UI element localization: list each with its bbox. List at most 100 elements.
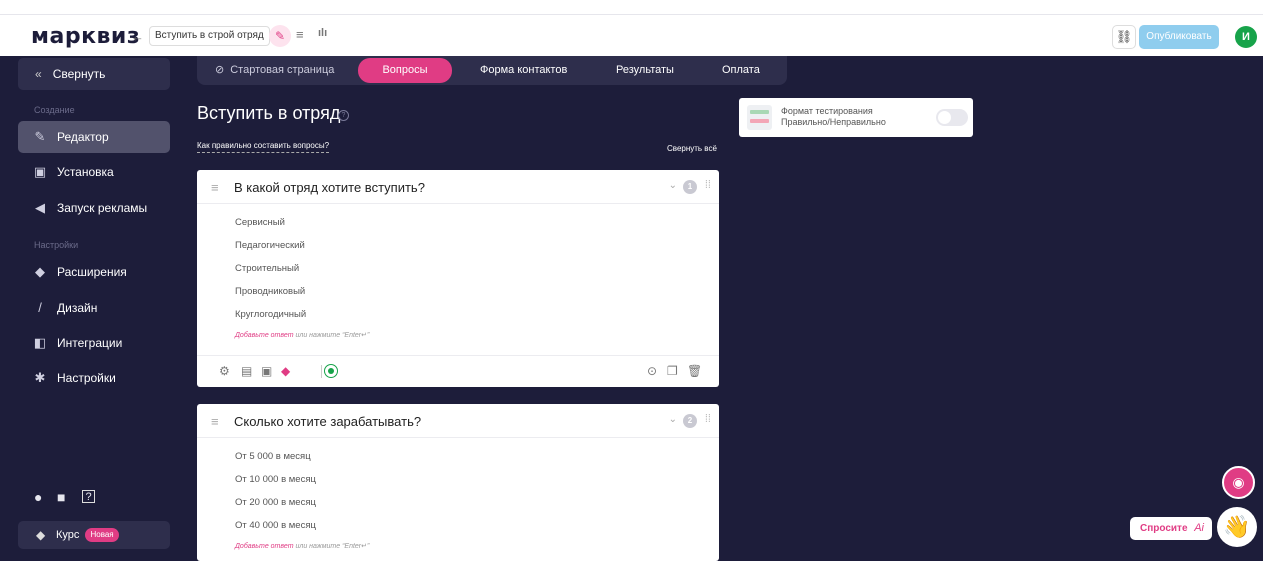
drag-handle-icon[interactable]: ⁞⁞ [705,413,711,425]
sidebar-item-label: Настройки [57,371,116,385]
add-answer-link[interactable]: Добавьте ответ или нажмите “Enter↵” [235,331,369,339]
sidebar-item-label: Дизайн [57,301,98,315]
question-card: ≡ В какой отряд хотите вступить? ⌄ 1 ⁞⁞ … [197,170,719,387]
course-label: Курс [56,529,80,541]
double-chevron-left-icon: « [35,67,42,81]
add-answer-hint: или нажмите “Enter↵” [293,332,370,339]
edit-icon[interactable]: ✎ [269,25,291,47]
test-format-icon [747,105,772,130]
sidebar-item-label: Редактор [57,130,109,144]
graduation-cap-icon: ◆ [36,528,46,542]
sidebar-item-settings[interactable]: ✱ Настройки [18,362,170,394]
tab-start-page[interactable]: ⊘ Стартовая страница [201,58,348,83]
ask-label: Спросите [1140,523,1188,534]
testing-format-line1: Формат тестирования [781,106,873,116]
back-arrow-icon[interactable]: ← [131,29,144,44]
sidebar-item-install[interactable]: ▣ Установка [18,156,170,188]
folder-icon[interactable]: ■ [57,489,65,505]
answer-item[interactable]: Проводниковый [235,286,305,297]
section-label-settings: Настройки [34,240,79,250]
install-icon: ▣ [33,164,47,179]
collapse-label: Свернуть [52,67,106,81]
tab-results[interactable]: Результаты [602,58,688,83]
gear-icon: ✱ [34,370,46,385]
toolbar-divider [321,365,322,378]
question-header[interactable]: ≡ В какой отряд хотите вступить? ⌄ 1 ⁞⁞ [197,170,719,204]
chevron-down-icon[interactable]: ⌄ [669,180,677,191]
stats-icon[interactable]: ılı [318,27,327,39]
answer-item[interactable]: Строительный [235,263,299,274]
tab-label: Стартовая страница [230,64,335,76]
add-answer-link[interactable]: Добавьте ответ или нажмите “Enter↵” [235,542,369,550]
new-badge: Новая [85,528,119,543]
sidebar-item-label: Запуск рекламы [57,201,148,215]
pencil-icon: ✎ [34,129,46,144]
testing-format-toggle[interactable] [936,109,968,126]
question-number: 1 [683,180,697,194]
publish-button[interactable]: Опубликовать [1139,25,1219,49]
help-icon[interactable]: ? [82,490,95,503]
answer-item[interactable]: От 10 000 в месяц [235,474,316,485]
sidebar-item-label: Расширения [57,265,127,279]
logo[interactable]: марквиз [31,24,140,49]
answer-item[interactable]: От 5 000 в месяц [235,451,311,462]
tab-questions[interactable]: Вопросы [358,58,452,83]
link-icon[interactable]: ⛓ [1112,25,1136,49]
page-title[interactable]: Вступить в отряд [197,103,340,124]
question-toolbar: ⚙ ▤ ▣ ◆ ⊙ ❐ 🗑 [197,355,719,387]
lightbulb-icon[interactable]: ● [34,489,42,505]
question-header[interactable]: ≡ Сколько хотите зарабатывать? ⌄ 2 ⁞⁞ [197,404,719,438]
integrations-icon: ◧ [33,335,47,350]
answer-item[interactable]: Круглогодичный [235,309,306,320]
waving-hand-icon[interactable]: 👋 [1217,507,1257,547]
gradient-icon[interactable]: ◆ [281,364,290,378]
chevron-down-icon[interactable]: ⌄ [669,414,677,425]
answer-item[interactable]: Сервисный [235,217,285,228]
question-list-icon: ≡ [211,414,219,429]
sidebar-item-label: Интеграции [57,336,123,350]
quiz-title-field[interactable]: Вступить в строй отряд [149,26,270,46]
tab-contact-form[interactable]: Форма контактов [466,58,581,83]
extensions-icon: ◆ [35,264,45,279]
question-title[interactable]: В какой отряд хотите вступить? [234,180,425,195]
preview-eye-button[interactable]: ◉ [1222,466,1255,499]
avatar[interactable]: И [1235,26,1257,48]
list-icon[interactable]: ≡ [296,27,304,42]
trash-icon[interactable]: 🗑 [687,364,702,378]
sidebar-item-design[interactable]: / Дизайн [18,292,170,324]
add-answer-label: Добавьте ответ [235,543,294,550]
megaphone-icon: ◀ [35,200,45,215]
help-circle-icon[interactable]: ? [338,110,349,121]
drag-handle-icon[interactable]: ⁞⁞ [705,179,711,191]
required-toggle-icon[interactable] [324,364,338,378]
tab-payment[interactable]: Оплата [708,58,774,83]
eye-icon: ◉ [1232,474,1245,490]
question-number: 2 [683,414,697,428]
brush-icon: / [38,300,42,315]
ask-ai-button[interactable]: Спросите Ai [1130,517,1212,540]
section-label-create: Создание [34,105,75,115]
comment-icon[interactable]: ▤ [241,364,252,378]
image-icon[interactable]: ▣ [261,364,272,378]
sidebar-item-integrations[interactable]: ◧ Интеграции [18,327,170,359]
sidebar-item-label: Установка [57,165,114,179]
collapse-all-button[interactable]: Свернуть всё [667,144,717,153]
how-to-questions-link[interactable]: Как правильно составить вопросы? [197,141,330,153]
sidebar-item-extensions[interactable]: ◆ Расширения [18,256,170,288]
copy-icon[interactable]: ❐ [667,364,678,378]
question-card: ≡ Сколько хотите зарабатывать? ⌄ 2 ⁞⁞ От… [197,404,719,561]
testing-format-label: Формат тестирования Правильно/Неправильн… [781,106,886,128]
gear-icon[interactable]: ⚙ [219,364,230,378]
question-list-icon: ≡ [211,180,219,195]
tab-bar: ⊘ Стартовая страница Вопросы Форма контак… [197,56,787,85]
question-title[interactable]: Сколько хотите зарабатывать? [234,414,421,429]
answer-item[interactable]: Педагогический [235,240,305,251]
collapse-sidebar-button[interactable]: « Свернуть [18,58,170,90]
visibility-icon[interactable]: ⊙ [647,364,657,378]
answer-item[interactable]: От 40 000 в месяц [235,520,316,531]
sidebar-item-editor[interactable]: ✎ Редактор [18,121,170,153]
add-answer-label: Добавьте ответ [235,332,294,339]
answer-item[interactable]: От 20 000 в месяц [235,497,316,508]
sidebar-item-ads[interactable]: ◀ Запуск рекламы [18,192,170,224]
course-button[interactable]: ◆ Курс Новая [18,521,170,549]
